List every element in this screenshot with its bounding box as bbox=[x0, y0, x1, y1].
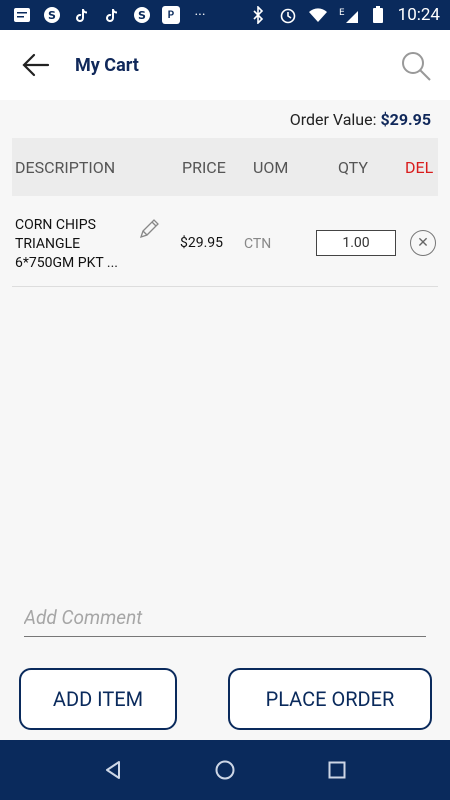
item-description: CORN CHIPS TRIANGLE 6*750GM PKT ... bbox=[15, 217, 118, 271]
paytm-icon: P bbox=[162, 6, 180, 24]
order-value: Order Value: $29.95 bbox=[290, 110, 431, 129]
skype-icon: S bbox=[42, 5, 62, 25]
alarm-icon bbox=[278, 5, 298, 25]
col-uom: UOM bbox=[253, 158, 289, 177]
skype-icon: S bbox=[132, 5, 152, 25]
item-uom: CTN bbox=[244, 236, 272, 252]
nav-home-icon[interactable] bbox=[213, 758, 237, 782]
delete-item-icon[interactable]: ✕ bbox=[410, 230, 436, 256]
quantity-input[interactable]: 1.00 bbox=[316, 230, 396, 256]
add-item-button[interactable]: ADD ITEM bbox=[19, 668, 177, 730]
back-arrow-icon[interactable] bbox=[20, 52, 50, 78]
signal-icon: E bbox=[338, 5, 358, 25]
col-del: DEL bbox=[405, 158, 434, 177]
comment-field[interactable] bbox=[24, 606, 426, 637]
svg-text:S: S bbox=[138, 9, 146, 22]
nav-back-icon[interactable] bbox=[101, 758, 125, 782]
table-row: CORN CHIPS TRIANGLE 6*750GM PKT ... $29.… bbox=[12, 208, 438, 287]
more-icon: ··· bbox=[194, 7, 206, 23]
edit-pencil-icon[interactable] bbox=[138, 218, 160, 240]
item-price: $29.95 bbox=[180, 235, 224, 251]
status-time: 10:24 bbox=[397, 5, 440, 25]
svg-text:S: S bbox=[48, 9, 56, 22]
status-left-icons: S S P ··· bbox=[12, 5, 210, 25]
place-order-button[interactable]: PLACE ORDER bbox=[228, 668, 432, 730]
col-qty: QTY bbox=[338, 158, 368, 177]
col-price: PRICE bbox=[182, 158, 226, 177]
nav-recents-icon[interactable] bbox=[325, 758, 349, 782]
notification-icon bbox=[12, 5, 32, 25]
order-value-amount: $29.95 bbox=[380, 110, 431, 129]
tiktok-icon bbox=[72, 5, 92, 25]
page-title: My Cart bbox=[75, 55, 139, 76]
tiktok-icon bbox=[102, 5, 122, 25]
app-bar: My Cart bbox=[0, 30, 450, 100]
battery-icon bbox=[368, 5, 388, 25]
status-bar: S S P ··· E 10:24 bbox=[0, 0, 450, 30]
bluetooth-icon bbox=[248, 5, 268, 25]
search-icon[interactable] bbox=[400, 50, 432, 82]
wifi-icon bbox=[308, 5, 328, 25]
col-description: DESCRIPTION bbox=[15, 158, 116, 177]
comment-input[interactable] bbox=[24, 606, 426, 629]
order-value-label: Order Value: bbox=[289, 110, 381, 129]
table-header: DESCRIPTION PRICE UOM QTY DEL bbox=[12, 138, 438, 196]
status-right-icons: E 10:24 bbox=[248, 5, 440, 25]
carrier-label: E bbox=[339, 8, 345, 18]
system-nav-bar bbox=[0, 740, 450, 800]
